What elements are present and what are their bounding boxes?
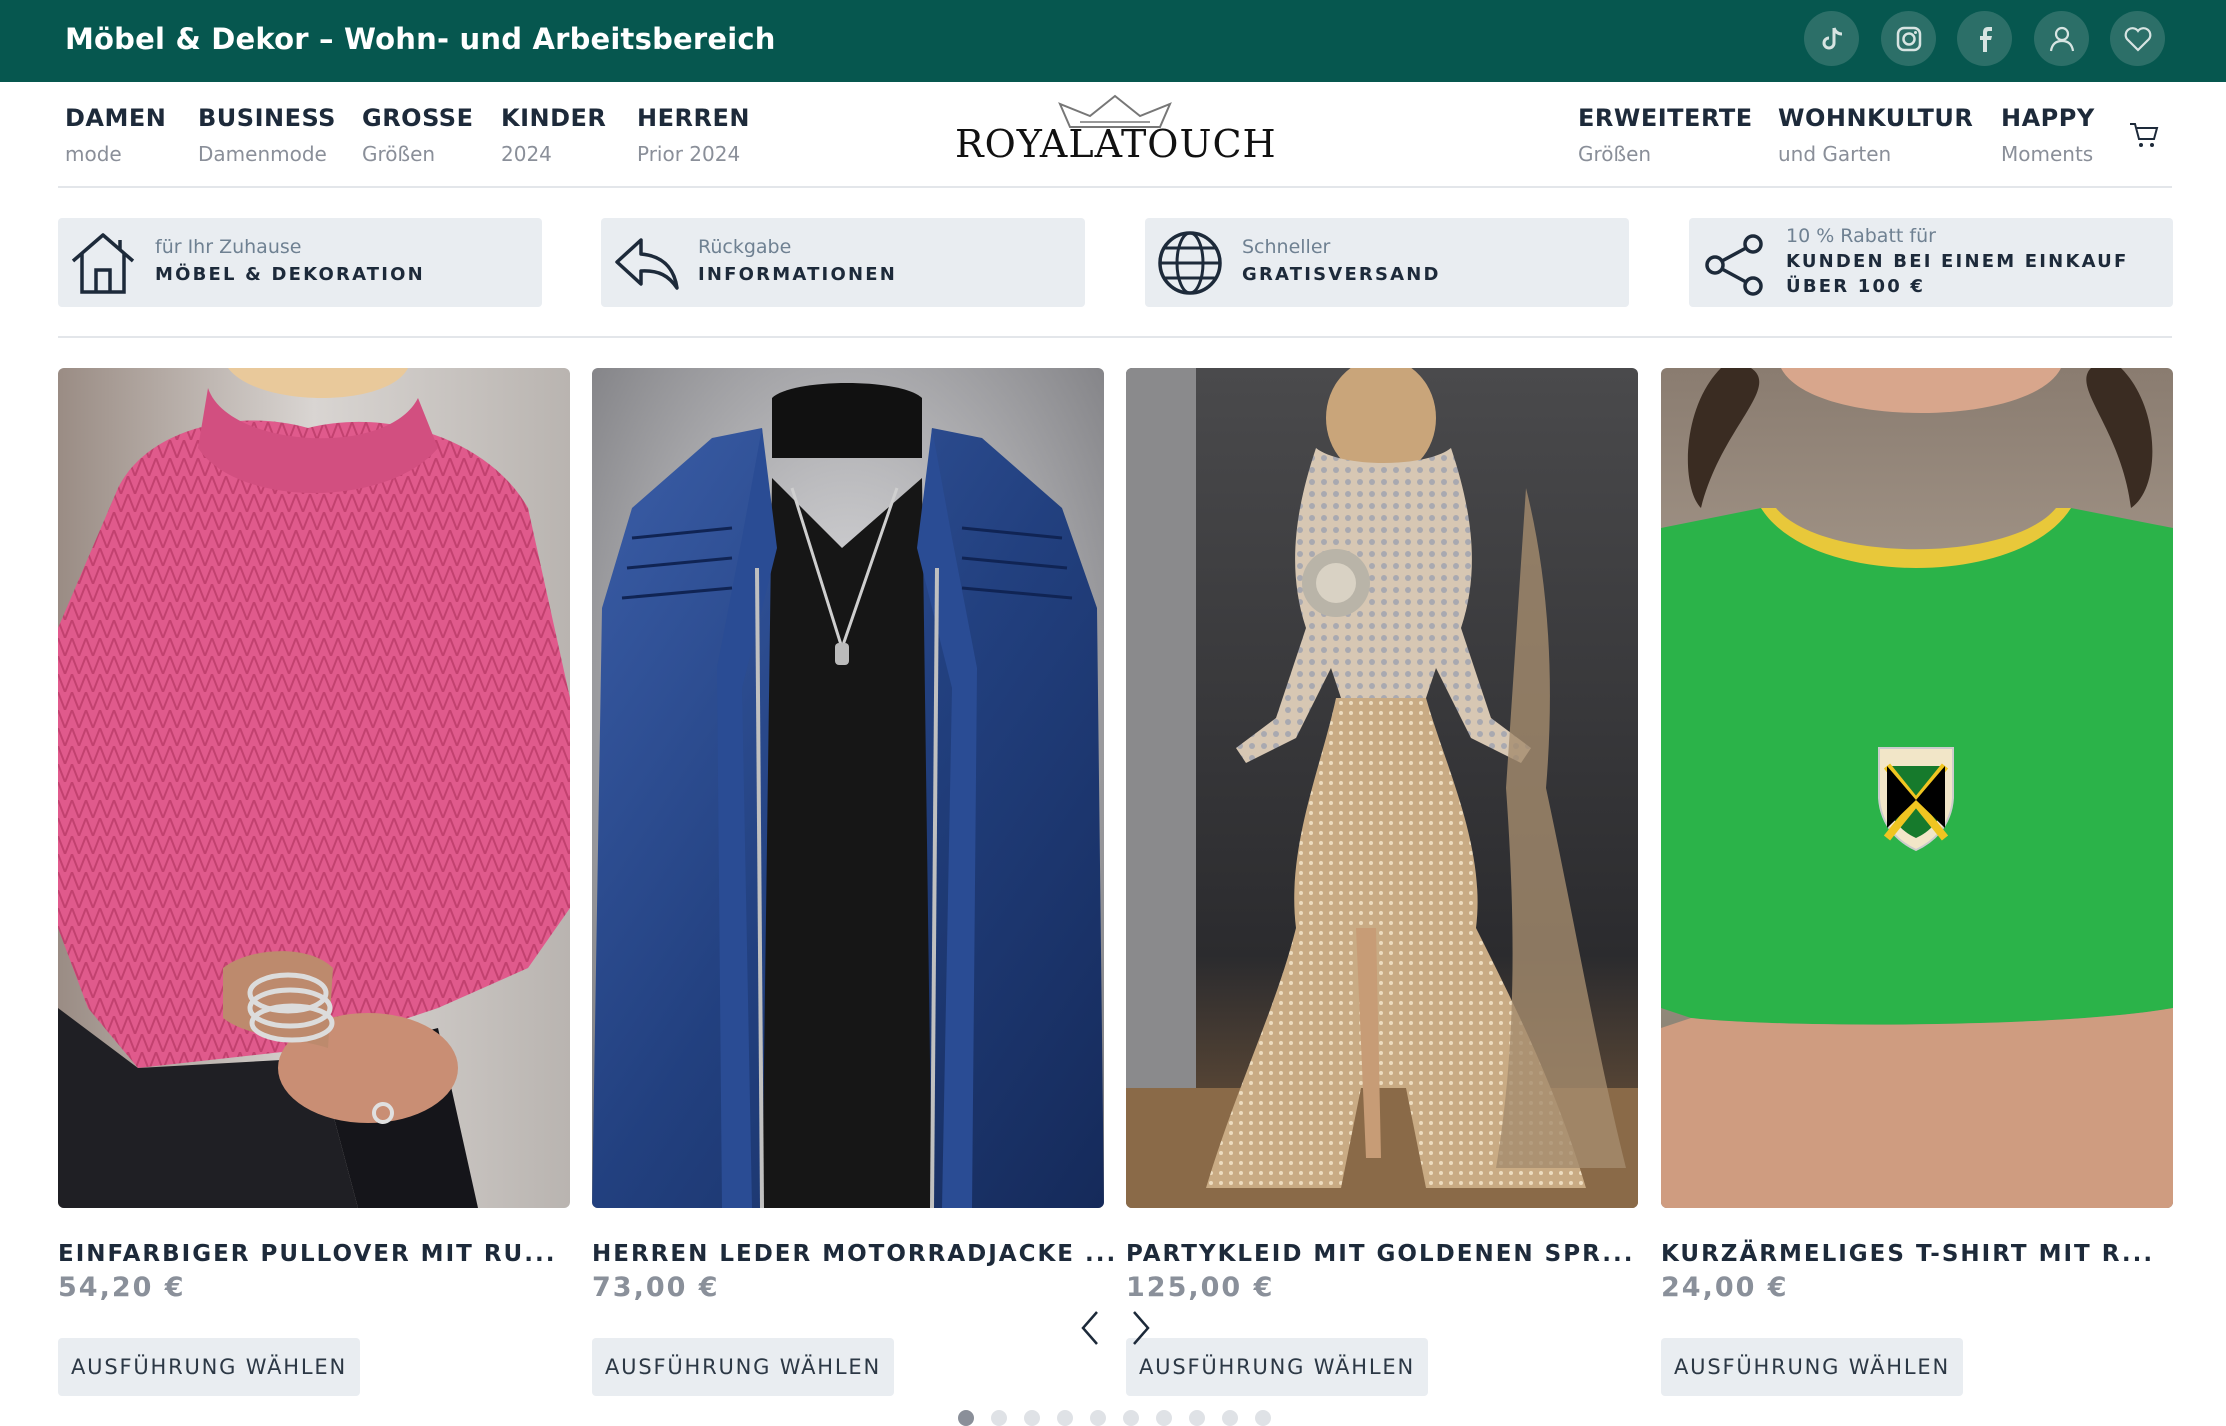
nav-item-herren[interactable]: HERREN Prior 2024 bbox=[637, 104, 750, 166]
feature-small-text: Schneller bbox=[1242, 236, 1331, 258]
carousel-dot[interactable] bbox=[1123, 1410, 1139, 1426]
nav-item-sublabel: Prior 2024 bbox=[637, 142, 741, 166]
product-title[interactable]: PARTYKLEID MIT GOLDENEN SPR... bbox=[1126, 1241, 1638, 1267]
feature-box-rueckgabe[interactable]: Rückgabe INFORMATIONEN bbox=[601, 218, 1085, 307]
nav-item-label: BUSINESS bbox=[198, 104, 336, 132]
product-price: 54,20 € bbox=[58, 1272, 186, 1303]
product-title[interactable]: HERREN LEDER MOTORRADJACKE ... bbox=[592, 1241, 1115, 1267]
feature-small-text: Rückgabe bbox=[698, 236, 792, 258]
product-image-tshirt[interactable] bbox=[1661, 368, 2173, 1208]
product-image-sweater[interactable] bbox=[58, 368, 570, 1208]
chevron-right-icon[interactable] bbox=[1126, 1308, 1156, 1348]
globe-icon bbox=[1158, 231, 1222, 295]
product-price: 73,00 € bbox=[592, 1272, 720, 1303]
nav-item-label: HAPPY bbox=[2001, 104, 2095, 132]
select-variant-button[interactable]: AUSFÜHRUNG WÄHLEN bbox=[1126, 1338, 1428, 1396]
nav-item-kinder[interactable]: KINDER 2024 bbox=[501, 104, 606, 166]
nav-item-happy[interactable]: HAPPY Moments bbox=[2001, 104, 2095, 166]
carousel-dot[interactable] bbox=[1222, 1410, 1238, 1426]
tiktok-icon[interactable] bbox=[1804, 11, 1859, 66]
nav-item-sublabel: Moments bbox=[2001, 142, 2094, 166]
top-bar-title: Möbel & Dekor – Wohn- und Arbeitsbereich bbox=[65, 22, 776, 56]
select-variant-button[interactable]: AUSFÜHRUNG WÄHLEN bbox=[1661, 1338, 1963, 1396]
logo[interactable]: ROYALATOUCH bbox=[955, 92, 1277, 174]
feature-divider bbox=[58, 336, 2172, 338]
instagram-icon[interactable] bbox=[1881, 11, 1936, 66]
carousel-dot[interactable] bbox=[1255, 1410, 1271, 1426]
carousel-dot[interactable] bbox=[1189, 1410, 1205, 1426]
chevron-left-icon[interactable] bbox=[1075, 1308, 1105, 1348]
product-price: 125,00 € bbox=[1126, 1272, 1275, 1303]
product-image-dress[interactable] bbox=[1126, 368, 1638, 1208]
nav-item-erweiterte[interactable]: ERWEITERTE Größen bbox=[1578, 104, 1753, 166]
product-price: 24,00 € bbox=[1661, 1272, 1789, 1303]
product-title[interactable]: EINFARBIGER PULLOVER MIT RU... bbox=[58, 1241, 570, 1267]
feature-box-moebel[interactable]: für Ihr Zuhause MÖBEL & DEKORATION bbox=[58, 218, 542, 307]
feature-main-text: INFORMATIONEN bbox=[698, 264, 897, 285]
carousel-dot[interactable] bbox=[1024, 1410, 1040, 1426]
feature-main-text: MÖBEL & DEKORATION bbox=[155, 264, 425, 285]
nav-item-sublabel: und Garten bbox=[1778, 142, 1892, 166]
share-icon bbox=[1705, 234, 1763, 296]
reply-arrow-icon bbox=[615, 238, 679, 290]
select-variant-button[interactable]: AUSFÜHRUNG WÄHLEN bbox=[58, 1338, 360, 1396]
nav-item-sublabel: Größen bbox=[362, 142, 436, 166]
nav-item-damen[interactable]: DAMEN mode bbox=[65, 104, 166, 166]
nav-divider bbox=[58, 186, 2172, 188]
nav-item-grosse[interactable]: GROSSE Größen bbox=[362, 104, 473, 166]
heart-icon[interactable] bbox=[2110, 11, 2165, 66]
nav-item-label: GROSSE bbox=[362, 104, 474, 132]
feature-main-text: KUNDEN BEI EINEM EINKAUF bbox=[1786, 251, 2129, 272]
product-title[interactable]: KURZÄRMELIGES T-SHIRT MIT R... bbox=[1661, 1241, 2173, 1267]
feature-box-rabatt[interactable]: 10 % Rabatt für KUNDEN BEI EINEM EINKAUF… bbox=[1689, 218, 2173, 307]
top-bar: Möbel & Dekor – Wohn- und Arbeitsbereich bbox=[0, 0, 2226, 82]
nav-item-label: ERWEITERTE bbox=[1578, 104, 1753, 132]
product-image-jacket[interactable] bbox=[592, 368, 1104, 1208]
feature-main-text-line2: ÜBER 100 € bbox=[1786, 276, 1926, 297]
feature-main-text: GRATISVERSAND bbox=[1242, 264, 1441, 285]
carousel-dot[interactable] bbox=[1057, 1410, 1073, 1426]
nav-item-label: KINDER bbox=[501, 104, 607, 132]
nav-item-label: WOHNKULTUR bbox=[1778, 104, 1974, 132]
nav-item-label: DAMEN bbox=[65, 104, 167, 132]
nav-item-sublabel: 2024 bbox=[501, 142, 552, 166]
feature-small-text: für Ihr Zuhause bbox=[155, 236, 302, 258]
carousel-dot[interactable] bbox=[1090, 1410, 1106, 1426]
nav-item-sublabel: Größen bbox=[1578, 142, 1652, 166]
carousel-pagination bbox=[958, 1410, 1271, 1426]
logo-text: ROYALATOUCH bbox=[955, 122, 1277, 166]
user-icon[interactable] bbox=[2034, 11, 2089, 66]
nav-item-business[interactable]: BUSINESS Damenmode bbox=[198, 104, 336, 166]
cart-icon[interactable] bbox=[2128, 120, 2160, 150]
nav-item-wohnkultur[interactable]: WOHNKULTUR und Garten bbox=[1778, 104, 1973, 166]
carousel-dot[interactable] bbox=[991, 1410, 1007, 1426]
nav-item-label: HERREN bbox=[637, 104, 750, 132]
select-variant-button[interactable]: AUSFÜHRUNG WÄHLEN bbox=[592, 1338, 894, 1396]
nav-item-sublabel: Damenmode bbox=[198, 142, 327, 166]
carousel-dot[interactable] bbox=[958, 1410, 974, 1426]
feature-box-versand[interactable]: Schneller GRATISVERSAND bbox=[1145, 218, 1629, 307]
facebook-icon[interactable] bbox=[1957, 11, 2012, 66]
carousel-dot[interactable] bbox=[1156, 1410, 1172, 1426]
feature-small-text: 10 % Rabatt für bbox=[1786, 225, 1936, 247]
nav-item-sublabel: mode bbox=[65, 142, 122, 166]
house-icon bbox=[71, 233, 135, 294]
